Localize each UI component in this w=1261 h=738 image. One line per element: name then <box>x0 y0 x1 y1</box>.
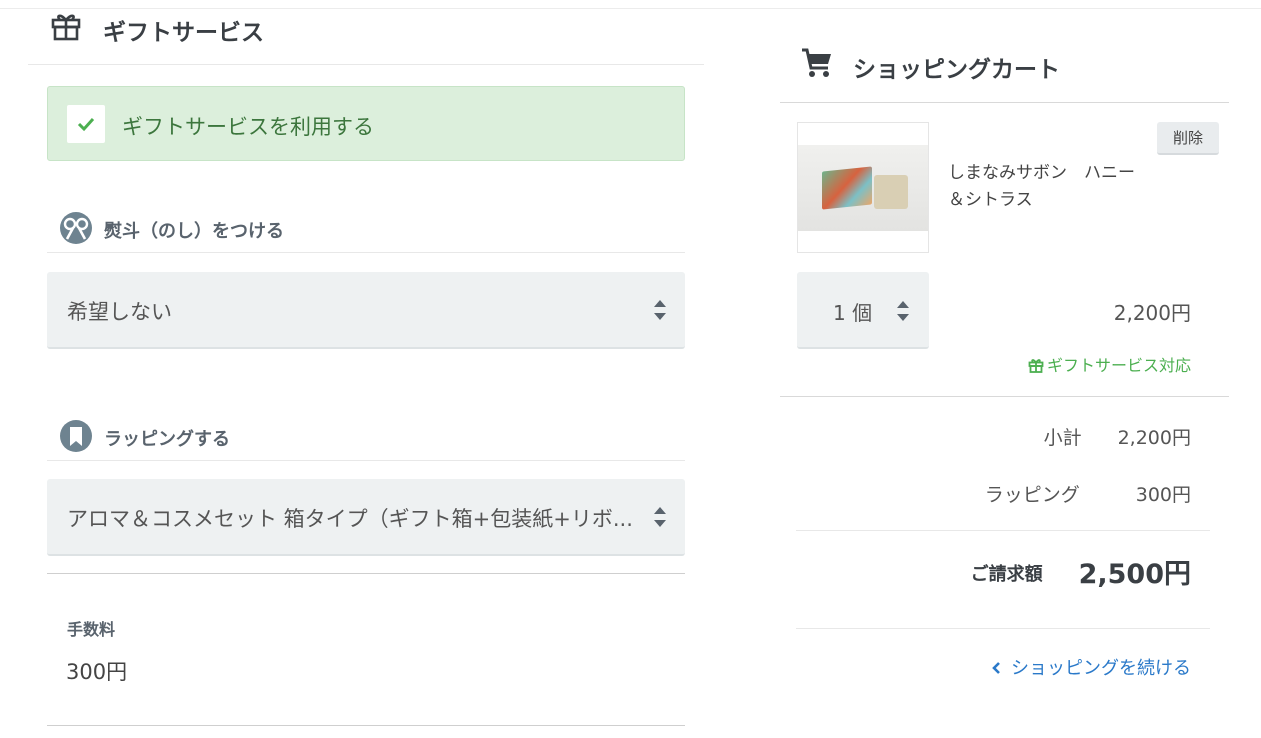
fee-value: 300円 <box>66 660 128 684</box>
select-arrows-icon <box>654 507 666 527</box>
use-gift-service-checkbox[interactable]: ギフトサービスを利用する <box>47 86 685 161</box>
checkmark-icon <box>77 117 95 132</box>
divider <box>796 628 1210 629</box>
divider <box>796 530 1210 531</box>
subtotal-row: 小計 2,200円 <box>1044 423 1191 450</box>
quantity-value: 1 個 <box>833 301 873 325</box>
gift-service-badge: ギフトサービス対応 <box>1028 352 1191 376</box>
select-arrows-icon <box>897 301 909 321</box>
fee-section: 手数料 300円 <box>47 573 685 726</box>
wrapping-icon <box>60 420 92 452</box>
item-price: 2,200円 <box>1113 301 1191 325</box>
cart-icon <box>802 48 831 77</box>
total-row: ご請求額 2,500円 <box>971 552 1191 591</box>
wrapping-select[interactable]: アロマ＆コスメセット 箱タイプ（ギフト箱+包装紙+リボ... <box>47 479 685 556</box>
gift-service-title: ギフトサービス <box>103 20 264 46</box>
chevron-left-icon <box>992 662 1000 674</box>
delete-item-button[interactable]: 削除 <box>1157 122 1219 155</box>
wrapping-fee-label: ラッピング <box>984 484 1080 506</box>
wrapping-fee-row: ラッピング 300円 <box>985 480 1191 507</box>
wrapping-fee-value: 300円 <box>1135 484 1191 506</box>
fee-label: 手数料 <box>67 620 116 639</box>
divider <box>780 396 1229 397</box>
gift-icon <box>51 14 81 41</box>
wrapping-section-title: ラッピングする <box>47 409 685 461</box>
wrapping-selected-value: アロマ＆コスメセット 箱タイプ（ギフト箱+包装紙+リボ... <box>67 507 633 531</box>
checkbox-box[interactable] <box>67 105 105 143</box>
noshi-selected-value: 希望しない <box>67 300 172 324</box>
product-name: しまなみサボン ハニー＆シトラス <box>948 163 1135 210</box>
use-gift-service-label: ギフトサービスを利用する <box>122 115 374 139</box>
cart-title: ショッピングカート <box>853 57 1060 83</box>
noshi-section-title: 熨斗（のし）をつける <box>47 201 685 253</box>
noshi-icon <box>60 212 92 244</box>
total-label: ご請求額 <box>970 564 1043 585</box>
gift-small-icon <box>1028 359 1044 373</box>
subtotal-value: 2,200円 <box>1117 427 1191 449</box>
gift-service-badge-label: ギフトサービス対応 <box>1046 356 1191 375</box>
noshi-title: 熨斗（のし）をつける <box>104 221 284 242</box>
product-soap-image <box>874 175 908 209</box>
subtotal-label: 小計 <box>1043 427 1082 449</box>
cart-header: ショッピングカート <box>780 40 1229 103</box>
quantity-select[interactable]: 1 個 <box>797 272 929 349</box>
select-arrows-icon <box>654 300 666 320</box>
product-box-image <box>822 166 872 210</box>
continue-shopping-link[interactable]: ショッピングを続ける <box>991 654 1191 680</box>
wrapping-title: ラッピングする <box>104 429 230 450</box>
gift-service-header: ギフトサービス <box>28 9 704 65</box>
total-value: 2,500円 <box>1078 559 1191 590</box>
product-thumbnail[interactable] <box>797 122 929 253</box>
continue-shopping-label: ショッピングを続ける <box>1011 658 1191 679</box>
noshi-select[interactable]: 希望しない <box>47 272 685 349</box>
